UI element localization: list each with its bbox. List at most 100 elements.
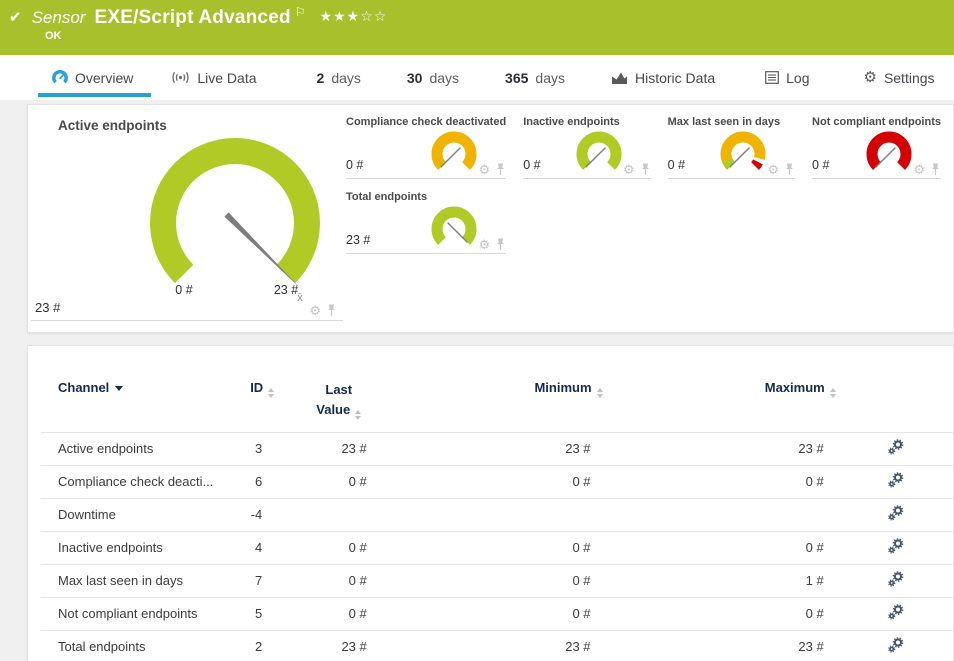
gauge-arc-green-zone [727,160,731,166]
channel-name[interactable]: Compliance check deacti... [41,465,240,498]
channel-name[interactable]: Inactive endpoints [41,531,240,564]
gauge-dial [715,128,771,176]
channel-settings-icon[interactable] [887,472,904,489]
gauge-needle [876,148,896,168]
tab-settings[interactable]: ⚙ Settings [863,55,934,100]
tab-label: Log [786,70,809,86]
sensor-header-bar: ✔ Sensor EXE/Script Advanced ⚐ ★★★☆☆ OK [0,0,954,55]
pin-icon[interactable] [640,163,651,176]
column-header-channel[interactable]: Channel [41,346,240,432]
column-header-maximum[interactable]: Maximum [603,346,836,432]
column-header-id[interactable]: ID [240,346,275,432]
channel-name[interactable]: Max last seen in days [41,564,240,597]
last-value: 0 # [274,531,379,564]
gauge-needle [441,148,461,168]
last-value [274,498,379,531]
gauge-arc-red-zone [755,162,758,166]
maximum-value: 0 # [603,531,836,564]
tab-unit: days [429,70,459,86]
gauge-needle [730,148,750,168]
gauge-value: 0 # [668,158,685,172]
gauge-settings-gear-icon[interactable]: ⚙ [479,238,491,251]
minimum-value: 0 # [379,531,603,564]
gauge-arc [437,212,471,241]
small-gauges-grid: Compliance check deactivated 0 # ⚙ Inact… [346,116,941,254]
sort-icon[interactable] [830,388,836,398]
gauge-settings-gear-icon[interactable]: ⚙ [767,163,779,176]
maximum-value: 23 # [603,630,836,661]
gauge-dial [571,128,627,176]
channel-name[interactable]: Total endpoints [41,630,240,661]
tab-bar: Overview Live Data 2 days 30 days 365 da… [0,55,954,100]
sort-icon[interactable] [597,388,603,398]
column-label: Last Value [316,382,352,417]
tab-overview[interactable]: Overview [38,55,151,100]
tab-number: 365 [505,70,528,86]
channel-name[interactable]: Downtime [41,498,240,531]
gauge-title: Not compliant endpoints [812,116,941,128]
channel-settings-icon[interactable] [887,571,904,588]
channel-settings-icon[interactable] [887,604,904,621]
pin-icon[interactable] [930,163,941,176]
tab-historic-data[interactable]: Historic Data [611,55,715,100]
column-label: ID [250,380,263,395]
sensor-title: EXE/Script Advanced [94,7,290,29]
minimum-value [379,498,603,531]
tab-live-data[interactable]: Live Data [171,55,256,100]
channel-settings-icon[interactable] [887,439,904,456]
gauge-not-compliant-endpoints: Not compliant endpoints 0 # ⚙ [812,116,941,179]
sort-icon[interactable] [268,388,274,398]
gauge-compliance-check-deactivated: Compliance check deactivated 0 # ⚙ [346,116,506,179]
tab-log[interactable]: Log [765,55,809,100]
gauge-settings-gear-icon[interactable]: ⚙ [623,163,635,176]
channel-id: 3 [240,432,275,465]
tab-label: Live Data [197,70,256,86]
column-header-last-value[interactable]: Last Value [274,346,379,432]
gauge-needle [585,148,605,168]
gauge-settings-gear-icon[interactable]: ⚙ [309,304,321,317]
channel-name[interactable]: Not compliant endpoints [41,597,240,630]
maximum-value [603,498,836,531]
priority-flag-icon[interactable]: ⚐ [295,5,306,19]
channel-id: 5 [240,597,275,630]
pin-icon[interactable] [495,163,506,176]
pin-icon[interactable] [326,304,337,317]
gauge-max-last-seen-in-days: Max last seen in days 0 # ⚙ [668,116,795,179]
gauge-value: 0 # [523,158,540,172]
active-tab-underline [38,93,151,97]
gauge-settings-gear-icon[interactable]: ⚙ [479,163,491,176]
gauge-dial: x̄ 0 # 23 # [120,128,350,306]
maximum-value: 0 # [603,597,836,630]
minimum-value: 0 # [379,465,603,498]
last-value: 0 # [274,465,379,498]
gauge-arc [163,151,307,274]
pin-icon[interactable] [495,238,506,251]
tab-2-days[interactable]: 2 days [317,55,361,100]
column-header-minimum[interactable]: Minimum [379,346,603,432]
gauge-arc [437,137,471,166]
gauge-settings-gear-icon[interactable]: ⚙ [913,163,925,176]
channel-name[interactable]: Active endpoints [41,432,240,465]
gauge-arc-yellow-zone [726,137,760,160]
gauge-title: Max last seen in days [668,116,795,128]
gauge-title: Inactive endpoints [523,116,650,128]
tab-30-days[interactable]: 30 days [407,55,459,100]
channel-settings-icon[interactable] [887,505,904,522]
gauge-value: 23 # [346,233,370,247]
gauge-value: 0 # [346,158,363,172]
sort-icon[interactable] [355,410,361,420]
tab-unit: days [331,70,361,86]
column-label: Maximum [765,380,825,395]
gauges-panel: Active endpoints x̄ 0 # 23 # 23 # ⚙ Comp… [27,104,954,333]
minimum-value: 0 # [379,597,603,630]
pin-icon[interactable] [784,163,795,176]
table-row: Not compliant endpoints 5 0 # 0 # 0 # [41,597,954,630]
tab-365-days[interactable]: 365 days [505,55,565,100]
gauge-dial [426,128,482,176]
column-header-actions [836,346,954,432]
channel-settings-icon[interactable] [887,538,904,555]
channel-sort-caret-icon[interactable] [115,386,123,391]
broadcast-icon [171,71,190,84]
channel-settings-icon[interactable] [887,637,904,654]
rating-stars[interactable]: ★★★☆☆ [320,8,388,25]
